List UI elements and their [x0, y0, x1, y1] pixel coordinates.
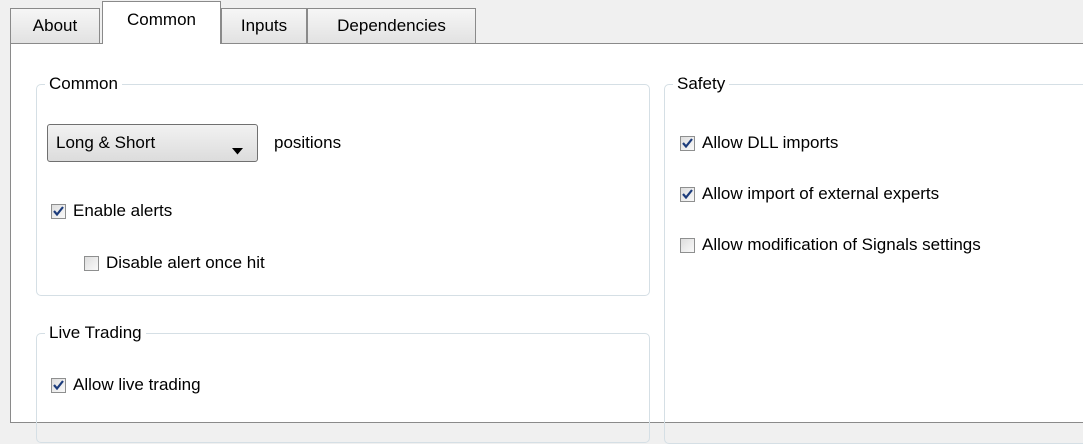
- position-type-select[interactable]: Long & Short: [47, 124, 258, 162]
- enable-alerts-checkbox[interactable]: [51, 203, 66, 219]
- checkmark-icon: [682, 189, 693, 199]
- enable-alerts-label: Enable alerts: [73, 201, 173, 220]
- tab-panel: Common Live Trading Safety: [10, 43, 1083, 444]
- tab-dependencies[interactable]: Dependencies: [307, 8, 476, 43]
- position-type-value: Long & Short: [56, 133, 156, 152]
- allow-dll-imports-row[interactable]: Allow DLL imports: [680, 133, 838, 153]
- allow-live-trading-checkbox[interactable]: [51, 377, 66, 393]
- tab-inputs-label: Inputs: [240, 16, 288, 35]
- tab-about-label: About: [32, 16, 78, 35]
- allow-dll-imports-label: Allow DLL imports: [702, 133, 839, 152]
- tab-common-label: Common: [127, 10, 196, 29]
- tab-common[interactable]: Common: [102, 1, 221, 44]
- checkmark-icon: [682, 138, 693, 148]
- live-trading-group-title: Live Trading: [45, 323, 146, 343]
- checkmark-icon: [53, 206, 64, 216]
- allow-modification-signals-row[interactable]: Allow modification of Signals settings: [680, 235, 981, 255]
- disable-alert-once-hit-label: Disable alert once hit: [106, 253, 265, 272]
- allow-import-external-experts-checkbox[interactable]: [680, 186, 695, 202]
- allow-live-trading-label: Allow live trading: [73, 375, 201, 394]
- common-group-title: Common: [45, 74, 122, 94]
- disable-alert-row[interactable]: Disable alert once hit: [84, 253, 265, 273]
- safety-group-title: Safety: [673, 74, 730, 94]
- allow-modification-signals-checkbox[interactable]: [680, 237, 695, 253]
- chevron-down-icon: [232, 140, 243, 160]
- allow-live-trading-row[interactable]: Allow live trading: [51, 375, 201, 395]
- tab-inputs[interactable]: Inputs: [221, 8, 307, 43]
- tab-about[interactable]: About: [10, 8, 100, 43]
- disable-alert-once-hit-checkbox[interactable]: [84, 255, 99, 271]
- allow-modification-signals-label: Allow modification of Signals settings: [702, 235, 981, 254]
- checkmark-icon: [53, 380, 64, 390]
- positions-label: positions: [274, 133, 341, 153]
- allow-import-external-experts-label: Allow import of external experts: [702, 184, 940, 203]
- tab-dependencies-label: Dependencies: [337, 16, 446, 35]
- allow-dll-imports-checkbox[interactable]: [680, 135, 695, 151]
- allow-import-external-experts-row[interactable]: Allow import of external experts: [680, 184, 939, 204]
- enable-alerts-row[interactable]: Enable alerts: [51, 201, 172, 221]
- positions-label-text: positions: [274, 133, 342, 152]
- tab-strip: About Common Inputs Dependencies: [0, 0, 1083, 44]
